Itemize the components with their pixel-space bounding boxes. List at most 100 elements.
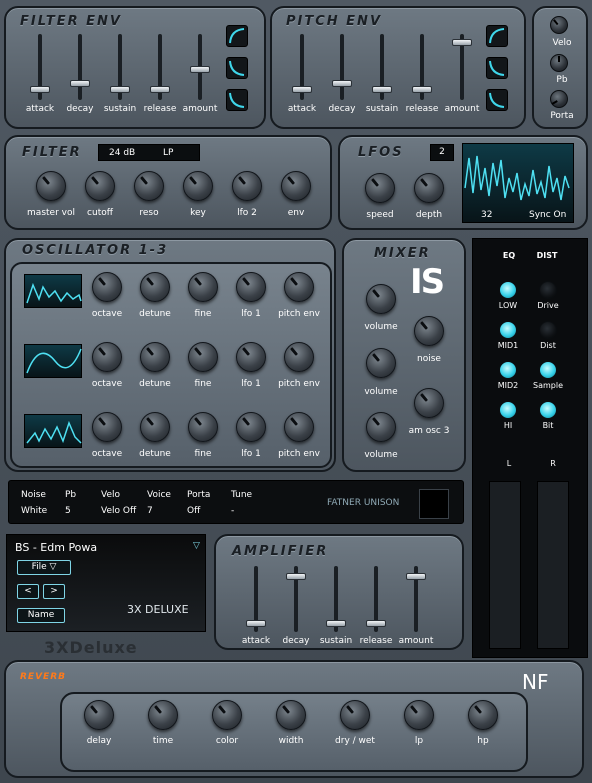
filter-env-amount-thumb[interactable] (190, 66, 210, 73)
amp-attack-fader[interactable] (246, 566, 266, 632)
unison-button[interactable] (419, 489, 449, 519)
osc-2-waveform-button[interactable] (24, 344, 82, 378)
osc-2-pitch-env-knob[interactable] (284, 342, 314, 372)
amp-amount-fader[interactable] (406, 566, 426, 632)
filter-cutoff-knob[interactable] (85, 171, 115, 201)
pitch-curve-attack-button[interactable] (486, 25, 508, 47)
reverb-delay-knob[interactable] (84, 700, 114, 730)
filter-env-sustain-thumb[interactable] (110, 86, 130, 93)
status-value-porta[interactable]: Off (187, 506, 200, 516)
osc-2-lfo-1-knob[interactable] (236, 342, 266, 372)
filter-env-release-fader[interactable] (150, 34, 170, 100)
lfo-depth-knob[interactable] (414, 173, 444, 203)
pitch-env-release-thumb[interactable] (412, 86, 432, 93)
filter-env-knob[interactable] (281, 171, 311, 201)
filter-env-attack-fader[interactable] (30, 34, 50, 100)
pitch-env-sustain-thumb[interactable] (372, 86, 392, 93)
amp-sustain-fader[interactable] (326, 566, 346, 632)
name-button[interactable]: Name (17, 608, 65, 623)
mixer-am-knob[interactable] (414, 388, 444, 418)
osc-3-lfo-1-knob[interactable] (236, 412, 266, 442)
pitch-env-amount-thumb[interactable] (452, 39, 472, 46)
file-button[interactable]: File ▽ (17, 560, 71, 575)
eq-low-knob[interactable] (499, 281, 517, 299)
next-preset-button[interactable]: > (43, 584, 65, 599)
dist-sample-knob[interactable] (539, 361, 557, 379)
mixer-volume-2-knob[interactable] (366, 348, 396, 378)
pitch-curve-release-button[interactable] (486, 89, 508, 111)
dist-dist-knob[interactable] (539, 321, 557, 339)
osc-2-octave-knob[interactable] (92, 342, 122, 372)
pb-knob[interactable] (550, 54, 568, 72)
eq-hi-knob[interactable] (499, 401, 517, 419)
osc-1-lfo-1-knob[interactable] (236, 272, 266, 302)
osc-1-octave-knob[interactable] (92, 272, 122, 302)
mixer-volume-1-knob[interactable] (366, 284, 396, 314)
osc-1-detune-knob[interactable] (140, 272, 170, 302)
status-value-pb[interactable]: 5 (65, 506, 71, 516)
dist-drive-knob[interactable] (539, 281, 557, 299)
osc-3-detune-knob[interactable] (140, 412, 170, 442)
lfo-speed-knob[interactable] (365, 173, 395, 203)
amp-release-thumb[interactable] (366, 620, 386, 627)
status-value-voice[interactable]: 7 (147, 506, 153, 516)
pitch-env-decay-thumb[interactable] (332, 80, 352, 87)
eq-mid2-knob[interactable] (499, 361, 517, 379)
filter-lfo-2-knob[interactable] (232, 171, 262, 201)
osc-2-detune-knob[interactable] (140, 342, 170, 372)
osc-1-fine-knob[interactable] (188, 272, 218, 302)
preset-dropdown-icon[interactable]: ▽ (193, 541, 200, 551)
osc-2-fine-knob[interactable] (188, 342, 218, 372)
filter-env-attack-thumb[interactable] (30, 86, 50, 93)
filter-master-vol-knob[interactable] (36, 171, 66, 201)
osc-3-fine-knob[interactable] (188, 412, 218, 442)
amp-amount-thumb[interactable] (406, 573, 426, 580)
filter-reso-knob[interactable] (134, 171, 164, 201)
filter-env-amount-fader[interactable] (190, 34, 210, 100)
status-value-noise[interactable]: White (21, 506, 47, 516)
amp-sustain-thumb[interactable] (326, 620, 346, 627)
curve-release-button[interactable] (226, 89, 248, 111)
filter-key-knob[interactable] (183, 171, 213, 201)
osc-3-octave-knob[interactable] (92, 412, 122, 442)
filter-type-display[interactable]: 24 dB LP (98, 144, 200, 161)
pitch-env-decay-fader[interactable] (332, 34, 352, 100)
amp-decay-fader[interactable] (286, 566, 306, 632)
filter-env-decay-fader[interactable] (70, 34, 90, 100)
curve-decay-button[interactable] (226, 57, 248, 79)
amp-release-fader[interactable] (366, 566, 386, 632)
osc-3-waveform-button[interactable] (24, 414, 82, 448)
prev-preset-button[interactable]: < (17, 584, 39, 599)
eq-mid1-knob[interactable] (499, 321, 517, 339)
reverb-lp-knob[interactable] (404, 700, 434, 730)
osc-3-pitch-env-knob[interactable] (284, 412, 314, 442)
curve-attack-button[interactable] (226, 25, 248, 47)
pitch-curve-decay-button[interactable] (486, 57, 508, 79)
reverb-color-knob[interactable] (212, 700, 242, 730)
reverb-dry-wet-knob[interactable] (340, 700, 370, 730)
velo-knob[interactable] (550, 16, 568, 34)
dist-bit-knob[interactable] (539, 401, 557, 419)
lfo-number-display[interactable]: 2 (430, 144, 454, 161)
lfo-waveform-display[interactable]: 32 Sync On (462, 143, 574, 223)
pitch-env-attack-thumb[interactable] (292, 86, 312, 93)
osc-1-waveform-button[interactable] (24, 274, 82, 308)
pitch-env-release-fader[interactable] (412, 34, 432, 100)
lfo-sync-value[interactable]: Sync On (529, 210, 566, 220)
reverb-time-knob[interactable] (148, 700, 178, 730)
filter-env-decay-thumb[interactable] (70, 80, 90, 87)
filter-env-sustain-fader[interactable] (110, 34, 130, 100)
amp-attack-thumb[interactable] (246, 620, 266, 627)
pitch-env-attack-fader[interactable] (292, 34, 312, 100)
mixer-noise-knob[interactable] (414, 316, 444, 346)
porta-knob[interactable] (550, 90, 568, 108)
osc-1-pitch-env-knob[interactable] (284, 272, 314, 302)
pitch-env-sustain-fader[interactable] (372, 34, 392, 100)
filter-env-release-thumb[interactable] (150, 86, 170, 93)
amp-decay-thumb[interactable] (286, 573, 306, 580)
reverb-hp-knob[interactable] (468, 700, 498, 730)
status-value-tune[interactable]: - (231, 506, 234, 516)
mixer-volume-3-knob[interactable] (366, 412, 396, 442)
status-value-velo[interactable]: Velo Off (101, 506, 136, 516)
pitch-env-amount-fader[interactable] (452, 34, 472, 100)
